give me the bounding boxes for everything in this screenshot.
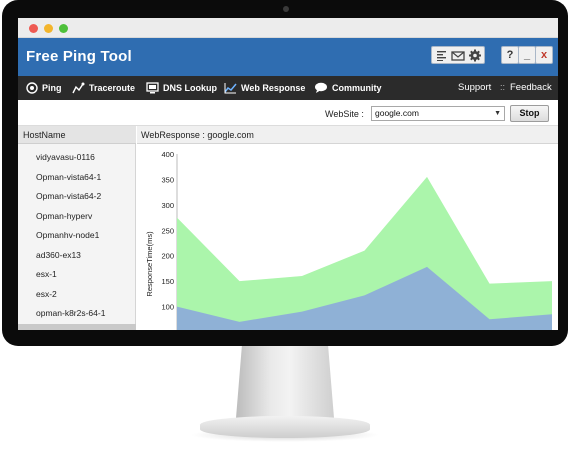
host-sidebar: HostName vidyavasu-0116 Opman-vista64-1 …	[18, 126, 136, 330]
toolbar-separator: ::	[500, 82, 506, 92]
hostname-header: HostName	[18, 126, 136, 144]
monitor-stand	[236, 346, 334, 418]
host-item[interactable]: esx-2	[18, 285, 136, 305]
y-tick-label: 100	[161, 303, 174, 312]
minimize-button[interactable]: _	[518, 46, 536, 64]
chevron-down-icon: ▼	[494, 110, 501, 117]
y-tick-label: 400	[161, 150, 174, 159]
website-select[interactable]: google.com ▼	[371, 106, 505, 121]
toolbar-community-label: Community	[332, 83, 382, 93]
toolbar-traceroute-label: Traceroute	[89, 83, 136, 93]
y-axis: 50 100 150 200 250 300 350 400	[161, 150, 178, 330]
y-axis-label: ResponseTime(ms)	[145, 231, 154, 297]
y-tick-label: 250	[161, 226, 174, 235]
app-screen: Free Ping Tool ? _ x Ping Traceroute DNS…	[18, 18, 558, 330]
traceroute-icon	[72, 82, 85, 94]
website-value: google.com	[375, 108, 419, 118]
help-button[interactable]: ?	[501, 46, 519, 64]
window-chrome	[18, 18, 558, 38]
main-toolbar: Ping Traceroute DNS Lookup Web Response …	[18, 76, 558, 100]
stop-button[interactable]: Stop	[510, 105, 549, 122]
ping-icon	[26, 82, 38, 94]
plot-area	[177, 176, 552, 330]
web-response-icon	[224, 83, 237, 94]
monitor-base	[200, 416, 370, 438]
monitor-frame: Free Ping Tool ? _ x Ping Traceroute DNS…	[2, 0, 568, 346]
y-tick-label: 300	[161, 201, 174, 210]
website-bar: WebSite : google.com ▼ Stop	[18, 100, 558, 126]
title-tool-group	[431, 46, 485, 64]
gear-icon[interactable]	[468, 49, 482, 62]
host-item[interactable]: vidyavasu-0116	[18, 148, 136, 168]
web-response-header: WebResponse : google.com	[137, 126, 558, 144]
toolbar-dns-lookup[interactable]: DNS Lookup	[146, 76, 217, 100]
y-tick-label: 200	[161, 252, 174, 261]
app-title: Free Ping Tool	[26, 48, 132, 65]
host-list: vidyavasu-0116 Opman-vista64-1 Opman-vis…	[18, 148, 136, 330]
dns-icon	[146, 82, 159, 94]
host-item[interactable]: ad360-ex13	[18, 246, 136, 266]
toolbar-ping-label: Ping	[42, 83, 62, 93]
y-tick-label: 50	[166, 328, 174, 330]
close-window-dot[interactable]	[29, 24, 38, 33]
toolbar-web-response-label: Web Response	[241, 83, 306, 93]
response-time-chart: ResponseTime(ms) 50 100 150 200 250 300 350 400	[145, 150, 552, 330]
mail-icon[interactable]	[451, 49, 465, 62]
toolbar-traceroute[interactable]: Traceroute	[72, 76, 135, 100]
host-item[interactable]: Opman-vista64-1	[18, 168, 136, 188]
y-tick-label: 150	[161, 277, 174, 286]
close-button[interactable]: x	[535, 46, 553, 64]
host-item[interactable]: Opman-vista64-2	[18, 187, 136, 207]
host-item[interactable]: opman-k8r2s-64-1	[18, 304, 136, 324]
host-item-selected[interactable]	[18, 323, 136, 330]
notes-icon[interactable]	[435, 49, 449, 62]
toolbar-dns-lookup-label: DNS Lookup	[163, 83, 217, 93]
host-item[interactable]: esx-1	[18, 265, 136, 285]
feedback-link[interactable]: Feedback	[510, 82, 552, 93]
support-link[interactable]: Support	[458, 82, 491, 93]
minimize-window-dot[interactable]	[44, 24, 53, 33]
host-item[interactable]: Opman-hyperv	[18, 207, 136, 227]
toolbar-community[interactable]: Community	[314, 76, 382, 100]
toolbar-ping[interactable]: Ping	[26, 76, 62, 100]
maximize-window-dot[interactable]	[59, 24, 68, 33]
camera-icon	[283, 6, 289, 12]
toolbar-web-response[interactable]: Web Response	[224, 76, 305, 100]
community-icon	[315, 82, 327, 93]
web-response-panel: WebResponse : google.com ResponseTime(ms…	[137, 126, 558, 330]
host-item[interactable]: Opmanhv-node1	[18, 226, 136, 246]
website-label: WebSite :	[325, 109, 364, 119]
y-tick-label: 350	[161, 175, 174, 184]
